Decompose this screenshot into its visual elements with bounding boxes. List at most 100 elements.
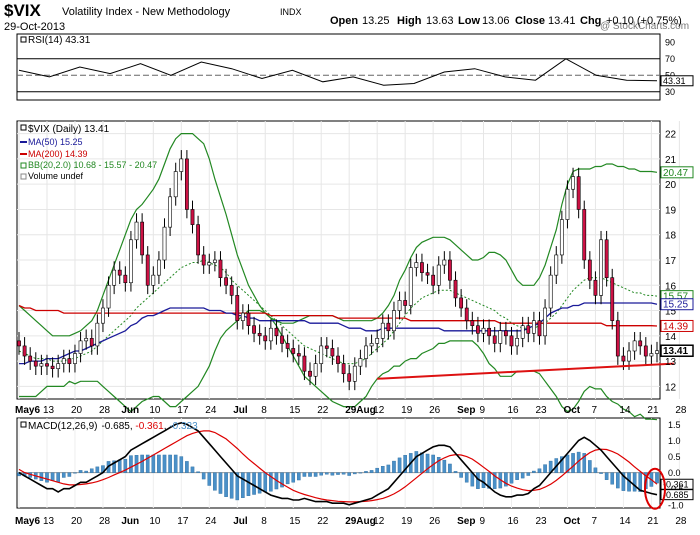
candle-body xyxy=(123,274,128,284)
x-tick-label-bottom: 14 xyxy=(619,516,631,527)
x-tick-label-bottom: 13 xyxy=(43,516,55,527)
candle-body xyxy=(638,340,643,347)
candle-body xyxy=(448,259,452,281)
candle-body xyxy=(324,345,329,349)
x-tick-label-bottom: 21 xyxy=(647,516,659,527)
macd-histogram-bar xyxy=(459,472,463,478)
candle-body xyxy=(509,335,514,347)
x-tick-label: 17 xyxy=(177,405,189,416)
candle-body xyxy=(22,345,27,357)
x-tick-label: 28 xyxy=(99,405,111,416)
candle-body xyxy=(212,259,217,263)
x-tick-label: 9 xyxy=(480,405,486,416)
x-tick-label-bottom: 24 xyxy=(205,516,217,527)
high-label: High xyxy=(397,15,422,27)
candle-body xyxy=(442,259,447,266)
candle-body xyxy=(554,254,559,276)
x-tick-label-bottom: 28 xyxy=(99,516,111,527)
candle-body xyxy=(140,221,145,256)
macd-legend-hist: -0.323 xyxy=(169,421,198,432)
candle-body xyxy=(117,269,122,276)
candle-body xyxy=(364,345,368,359)
macd-histogram-bar xyxy=(319,472,324,476)
candle-body xyxy=(257,332,262,337)
macd-histogram-bar xyxy=(73,472,77,474)
x-tick-label-bottom: 26 xyxy=(429,516,441,527)
x-tick-label: 21 xyxy=(647,405,659,416)
candle-body xyxy=(464,307,469,321)
candle-body xyxy=(168,196,173,228)
macd-histogram-bar xyxy=(196,471,200,473)
macd-histogram-bar xyxy=(67,472,72,477)
x-tick-label: 10 xyxy=(149,405,161,416)
volume-legend-text: Volume undef xyxy=(28,171,84,181)
price-tick-label: 22 xyxy=(665,130,677,141)
candle-body xyxy=(559,219,564,256)
macd-histogram-bar xyxy=(543,464,547,473)
candle-body xyxy=(537,320,542,337)
x-tick-label: 15 xyxy=(289,405,301,416)
x-tick-label: 12 xyxy=(373,405,385,416)
price-tick-label: 20 xyxy=(665,180,677,191)
candle-body xyxy=(95,322,100,347)
candle-body xyxy=(503,330,508,337)
candle-body xyxy=(582,209,587,261)
macd-histogram-bar xyxy=(616,472,620,489)
candle-body xyxy=(425,272,430,276)
candle-body xyxy=(610,277,615,321)
candle-body xyxy=(129,239,133,284)
candle-body xyxy=(476,325,480,334)
macd-histogram-bar xyxy=(157,454,161,473)
candle-body xyxy=(224,277,228,286)
rsi-tick-label: 90 xyxy=(665,37,675,47)
candle-body xyxy=(67,358,72,364)
macd-histogram-bar xyxy=(168,454,172,473)
candle-body xyxy=(576,176,581,210)
macd-histogram-bar xyxy=(571,453,575,473)
x-tick-label-bottom: 8 xyxy=(261,516,267,527)
macd-histogram-bar xyxy=(655,472,659,484)
macd-histogram-bar xyxy=(218,472,223,494)
macd-histogram-bar xyxy=(241,472,245,498)
candle-body xyxy=(436,264,441,286)
macd-histogram-bar xyxy=(453,471,458,473)
x-tick-label-bottom: 7 xyxy=(591,516,597,527)
vix-legend-text: $VIX (Daily) 13.41 xyxy=(28,124,110,135)
candle-body xyxy=(655,350,659,354)
candle-body xyxy=(375,338,380,344)
candle-body xyxy=(621,355,626,362)
candle-body xyxy=(543,307,547,337)
candle-body xyxy=(184,158,189,210)
macd-histogram-bar xyxy=(229,472,234,499)
macd-histogram-bar xyxy=(61,472,66,478)
macd-histogram-bar xyxy=(50,472,55,481)
macd-histogram-bar xyxy=(392,460,396,473)
candle-body xyxy=(481,327,486,334)
candle-body xyxy=(319,345,324,364)
open-value: 13.25 xyxy=(362,15,390,27)
macd-histogram-bar xyxy=(291,472,296,483)
macd-histogram-bar xyxy=(246,472,251,496)
x-tick-label-bottom: 22 xyxy=(317,516,329,527)
macd-legend: MACD(12,26,9) -0.685, -0.361, -0.323 xyxy=(20,421,198,432)
macd-histogram-bar xyxy=(352,472,357,475)
price-tick-label: 12 xyxy=(665,382,677,393)
x-tick-label-bottom: 19 xyxy=(401,516,413,527)
candle-body xyxy=(587,259,592,281)
x-tick-label: Jun xyxy=(121,405,139,416)
macd-histogram-bar xyxy=(313,472,318,477)
macd-tick-label: 0.5 xyxy=(668,452,681,462)
chg-label: Chg xyxy=(580,15,601,27)
ma200-legend-text: MA(200) 14.39 xyxy=(28,149,88,159)
macd-legend-text: MACD(12,26,9) -0.685, -0.361, -0.323 xyxy=(28,421,198,432)
macd-histogram-bar xyxy=(201,472,206,480)
open-label: Open xyxy=(330,15,358,27)
candle-body xyxy=(492,335,497,344)
x-tick-label: 22 xyxy=(317,405,329,416)
macd-histogram-bar xyxy=(526,472,531,476)
macd-histogram-bar xyxy=(632,472,637,492)
candle-body xyxy=(56,363,61,369)
x-tick-label-bottom: Jun xyxy=(121,516,139,527)
candle-body xyxy=(235,295,240,321)
macd-histogram-bar xyxy=(308,472,312,477)
